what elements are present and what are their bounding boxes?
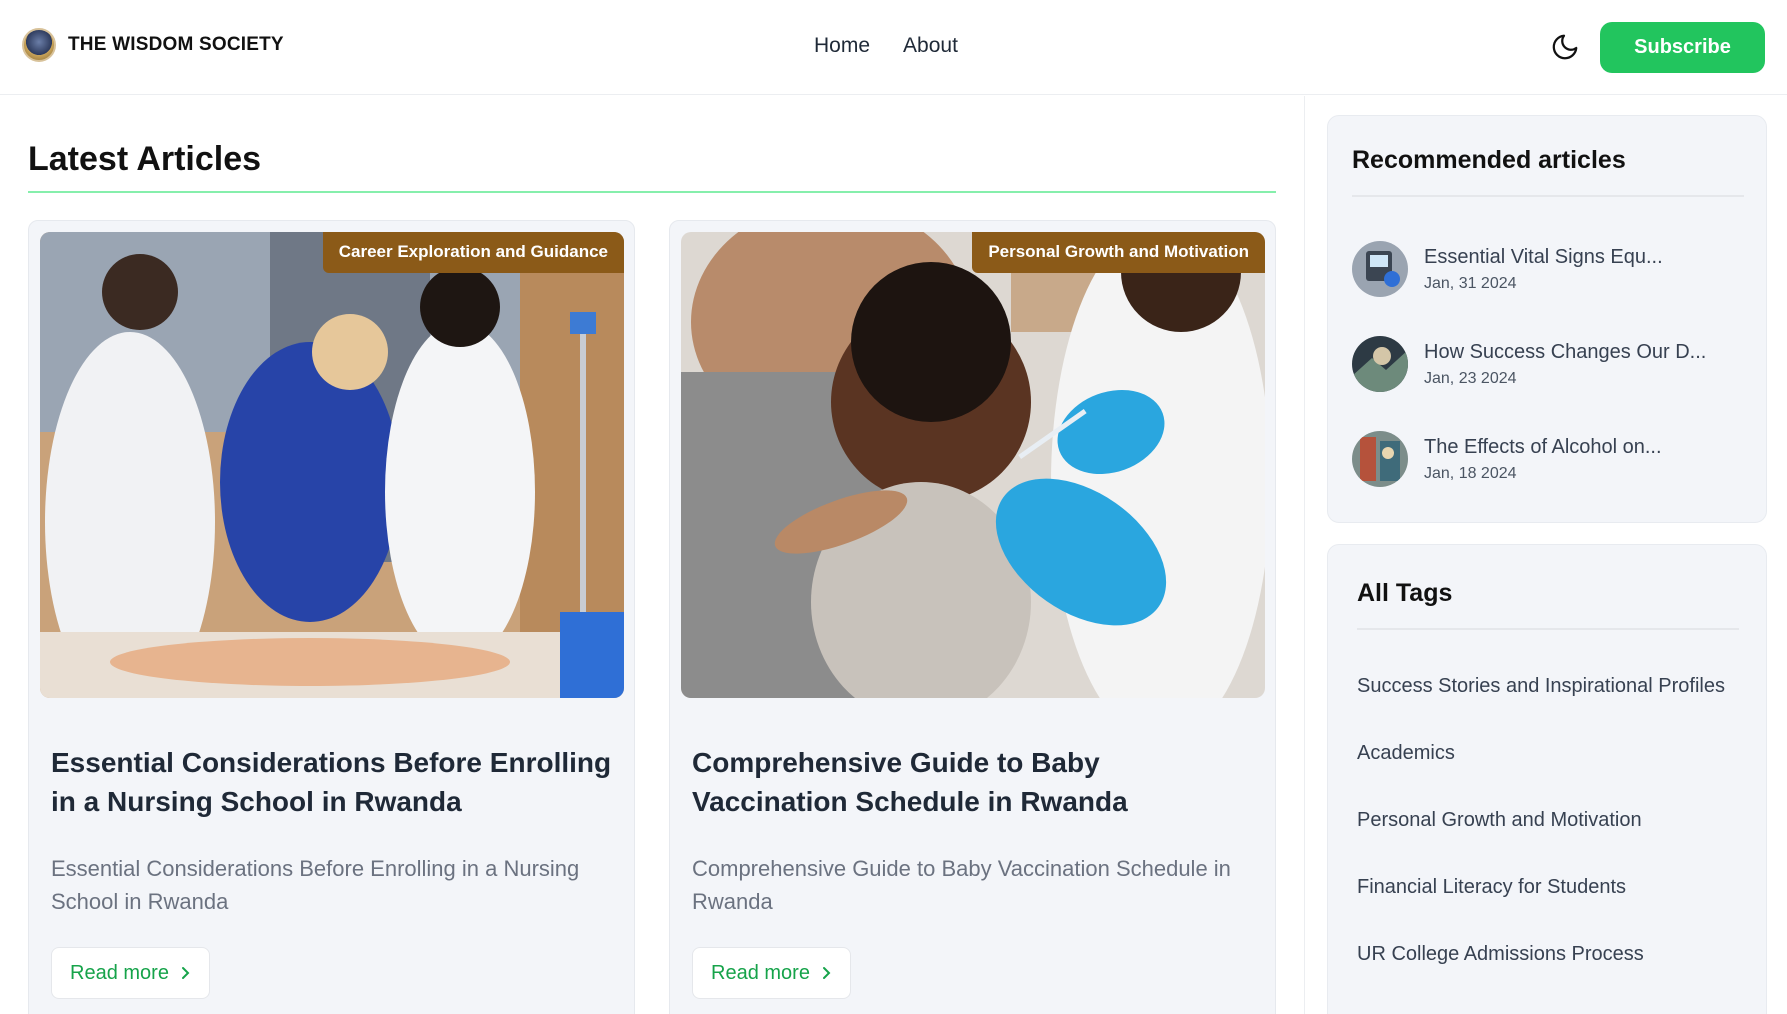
nav-about-link[interactable]: About [903, 34, 958, 58]
article-description: Essential Considerations Before Enrollin… [51, 856, 580, 914]
tag-link[interactable]: UR College Admissions Process [1357, 943, 1644, 966]
category-badge: Personal Growth and Motivation [972, 232, 1265, 273]
recommended-item-date: Jan, 23 2024 [1424, 369, 1517, 387]
panel-divider [1352, 195, 1744, 197]
recommended-item[interactable]: The Effects of Alcohol on... Jan, 18 202… [1352, 431, 1662, 487]
main-content: Latest Articles Career Exploration and G… [0, 96, 1305, 1014]
chevron-right-icon [822, 967, 831, 979]
page-title: Latest Articles [28, 140, 262, 178]
chevron-right-icon [181, 967, 190, 979]
moon-icon[interactable] [1550, 32, 1580, 62]
article-thumbnail [1352, 336, 1408, 392]
panel-divider [1357, 628, 1739, 630]
article-card[interactable]: Personal Growth and Motivation Comprehen… [669, 220, 1276, 1014]
society-emblem-icon [22, 28, 56, 62]
article-title[interactable]: Comprehensive Guide to Baby Vaccination … [692, 743, 1257, 821]
subscribe-button[interactable]: Subscribe [1600, 22, 1765, 73]
article-thumbnail [1352, 431, 1408, 487]
nav-home-link[interactable]: Home [814, 34, 870, 58]
article-title[interactable]: Essential Considerations Before Enrollin… [51, 743, 616, 821]
all-tags-panel: All Tags Success Stories and Inspiration… [1327, 544, 1767, 1014]
brand-logo[interactable]: THE WISDOM SOCIETY [22, 28, 284, 62]
brand-name: THE WISDOM SOCIETY [68, 34, 284, 55]
recommended-title: Recommended articles [1352, 146, 1626, 174]
article-card[interactable]: Career Exploration and Guidance Essentia… [28, 220, 635, 1014]
recommended-item-title: Essential Vital Signs Equ... [1424, 245, 1663, 268]
tag-link[interactable]: Financial Literacy for Students [1357, 876, 1626, 899]
recommended-item-title: The Effects of Alcohol on... [1424, 435, 1662, 458]
article-thumbnail [1352, 241, 1408, 297]
tag-link[interactable]: Success Stories and Inspirational Profil… [1357, 675, 1725, 698]
read-more-label: Read more [70, 961, 169, 984]
read-more-button[interactable]: Read more [692, 947, 851, 999]
read-more-button[interactable]: Read more [51, 947, 210, 999]
article-description: Comprehensive Guide to Baby Vaccination … [692, 856, 1231, 914]
recommended-item-date: Jan, 18 2024 [1424, 464, 1517, 482]
recommended-item-title: How Success Changes Our D... [1424, 340, 1707, 363]
title-divider [28, 191, 1276, 193]
recommended-item-date: Jan, 31 2024 [1424, 274, 1517, 292]
tag-link[interactable]: Academics [1357, 742, 1455, 765]
tags-title: All Tags [1357, 579, 1453, 607]
main-nav: Home About [814, 34, 958, 58]
recommended-item[interactable]: How Success Changes Our D... Jan, 23 202… [1352, 336, 1706, 392]
recommended-item[interactable]: Essential Vital Signs Equ... Jan, 31 202… [1352, 241, 1663, 297]
article-image[interactable]: Career Exploration and Guidance [40, 232, 624, 698]
article-image[interactable]: Personal Growth and Motivation [681, 232, 1265, 698]
recommended-articles-panel: Recommended articles Essential Vital Sig… [1327, 115, 1767, 523]
site-header: THE WISDOM SOCIETY Home About Subscribe [0, 0, 1787, 95]
read-more-label: Read more [711, 961, 810, 984]
tag-link[interactable]: Personal Growth and Motivation [1357, 809, 1642, 832]
category-badge: Career Exploration and Guidance [322, 232, 624, 273]
